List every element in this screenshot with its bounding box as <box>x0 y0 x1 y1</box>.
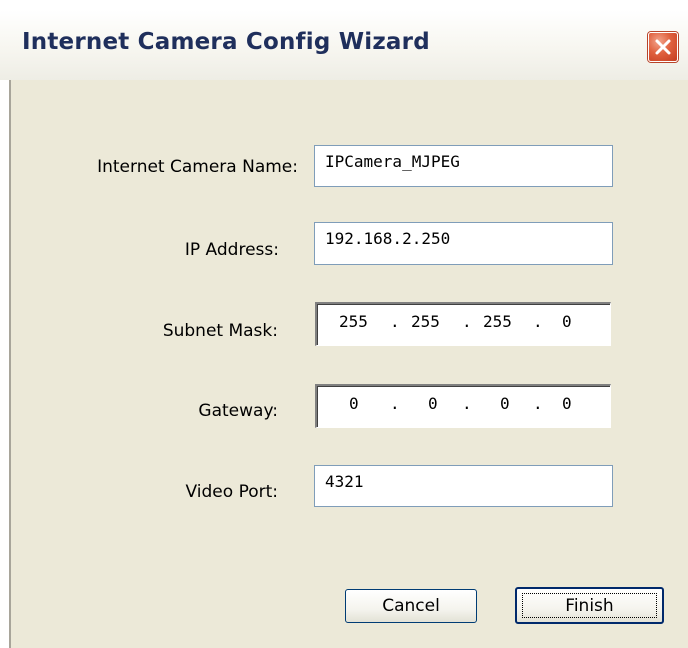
gateway-label: Gateway: <box>198 401 278 421</box>
title-bar[interactable]: Internet Camera Config Wizard <box>0 10 688 80</box>
subnet-mask-dot-2: . <box>462 312 472 331</box>
config-wizard-window: Internet Camera Config Wizard Internet C… <box>0 0 688 648</box>
gateway-input[interactable]: 0 . 0 . 0 . 0 <box>315 384 611 428</box>
subnet-mask-octet-3[interactable]: 255 <box>483 312 512 331</box>
subnet-mask-dot-1: . <box>390 312 400 331</box>
window-title: Internet Camera Config Wizard <box>22 29 430 55</box>
subnet-mask-dot-3: . <box>533 312 543 331</box>
gateway-octet-3[interactable]: 0 <box>500 394 510 413</box>
camera-name-label: Internet Camera Name: <box>97 157 298 177</box>
subnet-mask-label: Subnet Mask: <box>162 321 278 341</box>
gateway-octet-1[interactable]: 0 <box>349 394 359 413</box>
subnet-mask-octet-1[interactable]: 255 <box>339 312 368 331</box>
close-icon <box>655 39 671 55</box>
gateway-octet-2[interactable]: 0 <box>428 394 438 413</box>
video-port-input[interactable]: 4321 <box>314 465 613 507</box>
subnet-mask-octet-2[interactable]: 255 <box>411 312 440 331</box>
finish-button[interactable]: Finish <box>515 587 664 624</box>
cancel-button[interactable]: Cancel <box>345 589 477 623</box>
gateway-octet-4[interactable]: 0 <box>562 394 572 413</box>
ip-address-label: IP Address: <box>184 240 279 260</box>
cancel-button-label: Cancel <box>382 596 440 616</box>
subnet-mask-octet-4[interactable]: 0 <box>562 312 572 331</box>
subnet-mask-input[interactable]: 255 . 255 . 255 . 0 <box>315 302 611 346</box>
ip-address-input[interactable]: 192.168.2.250 <box>314 222 613 265</box>
gateway-dot-2: . <box>462 394 472 413</box>
camera-name-input[interactable]: IPCamera_MJPEG <box>314 145 613 187</box>
video-port-label: Video Port: <box>185 482 278 502</box>
gateway-dot-1: . <box>390 394 400 413</box>
close-button[interactable] <box>648 32 678 62</box>
gateway-dot-3: . <box>533 394 543 413</box>
focus-ring <box>522 593 657 618</box>
